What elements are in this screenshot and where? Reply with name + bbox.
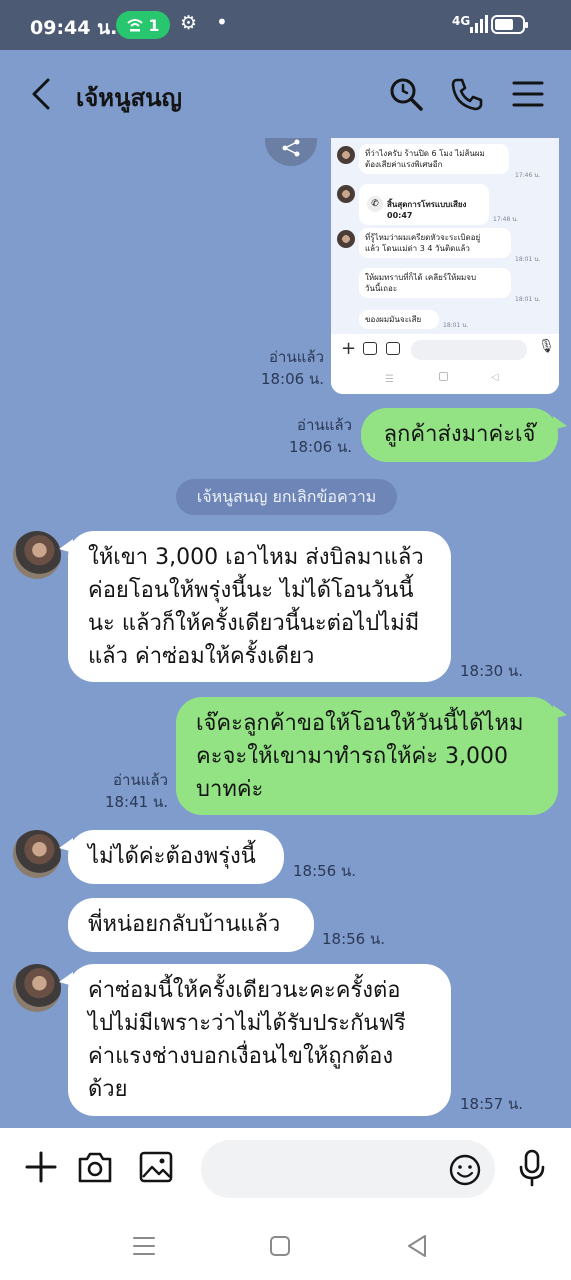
preview-message: ให้ผมทราบที่ก็ได้ เคลียร์ให้ผมจบ วันนี้เ… bbox=[359, 268, 511, 298]
system-message: เจ้หนูสนญ ยกเลิกข้อความ bbox=[176, 479, 397, 515]
signal-icon bbox=[470, 15, 488, 33]
recent-apps-icon[interactable] bbox=[130, 1232, 158, 1260]
read-receipt: อ่านแล้ว bbox=[297, 416, 352, 434]
back-nav-icon[interactable] bbox=[403, 1232, 431, 1260]
outgoing-message[interactable]: เจ๊คะลูกค้าขอให้โอนให้วันนี้ได้ไหม คะจะใ… bbox=[176, 697, 567, 815]
message-line: แล้ว ค่าซ่อมให้ครั้งเดียว bbox=[88, 644, 315, 669]
image-icon bbox=[386, 342, 400, 355]
outgoing-message[interactable]: ลูกค้าส่งมาค่ะเจ๊ bbox=[361, 408, 567, 462]
back-nav-icon: ◁ bbox=[491, 372, 499, 383]
avatar bbox=[337, 185, 355, 203]
message-time: 18:57 น. bbox=[460, 1095, 524, 1113]
wifi-hotspot-icon bbox=[127, 19, 144, 32]
message-time: 18:41 น. bbox=[104, 793, 168, 811]
message-line: ด้วย bbox=[88, 1077, 128, 1102]
network-type: 4G bbox=[452, 14, 471, 28]
read-receipt: อ่านแล้ว bbox=[113, 771, 168, 789]
message-time: 18:06 น. bbox=[288, 438, 352, 456]
chat-header: เจ้หนูสนญ bbox=[0, 50, 571, 138]
incoming-message[interactable]: ให้เขา 3,000 เอาไหม ส่งบิลมาแล้ว ค่อยโอน… bbox=[59, 531, 451, 682]
chat-title: เจ้หนูสนญ bbox=[76, 84, 182, 112]
status-bar: 09:44 น. 1 ⚙ • 4G bbox=[0, 0, 571, 50]
message-time: 18:06 น. bbox=[260, 370, 324, 388]
incoming-message[interactable]: พี่หน่อยกลับบ้านแล้ว bbox=[68, 898, 314, 952]
home-icon[interactable] bbox=[266, 1232, 294, 1260]
phone-icon: ✆ bbox=[367, 196, 383, 212]
avatar[interactable] bbox=[13, 531, 61, 579]
message-time: 18:56 น. bbox=[322, 930, 386, 948]
message-composer bbox=[0, 1128, 571, 1210]
wifi-hotspot-badge: 1 bbox=[116, 11, 170, 39]
search-icon[interactable] bbox=[388, 76, 424, 112]
message-line: บาทค่ะ bbox=[196, 777, 264, 802]
image-icon[interactable] bbox=[138, 1150, 174, 1184]
message-line: ไปไม่มีเพราะว่าไม่ได้รับประกันฟรี bbox=[88, 1011, 406, 1036]
camera-icon bbox=[363, 342, 377, 355]
message-line: คะจะให้เขามาทำรถให้ค่ะ 3,000 bbox=[196, 744, 508, 769]
share-icon bbox=[282, 139, 300, 157]
message-time: 18:30 น. bbox=[460, 662, 524, 680]
chat-area[interactable]: ที่ว่าไงครับ ร้านปิด 6 โมง ไม่ส้นผม ต้อง… bbox=[0, 138, 571, 1128]
preview-time: 17:48 น. bbox=[493, 216, 519, 223]
preview-message: ของผมมันจะเสีย bbox=[359, 310, 439, 329]
microphone-icon[interactable] bbox=[517, 1148, 547, 1188]
screenshot-image-message[interactable]: ที่ว่าไงครับ ร้านปิด 6 โมง ไม่ส้นผม ต้อง… bbox=[331, 138, 559, 394]
avatar[interactable] bbox=[13, 830, 61, 878]
home-icon bbox=[439, 372, 448, 381]
preview-time: 17:46 น. bbox=[515, 172, 541, 179]
message-line: ค่อยโอนให้พรุ่งนี้นะ ไม่ได้โอนวันนี้ bbox=[88, 578, 414, 603]
plus-icon: + bbox=[341, 338, 357, 359]
preview-time: 18:01 น. bbox=[515, 256, 541, 263]
preview-message: ที่ว่าไงครับ ร้านปิด 6 โมง ไม่ส้นผม ต้อง… bbox=[359, 144, 509, 174]
hotspot-count: 1 bbox=[148, 15, 160, 35]
message-line: ค่าซ่อมนี้ให้ครั้งเดียวนะคะครั้งต่อ bbox=[88, 978, 401, 1003]
read-receipt: อ่านแล้ว bbox=[269, 348, 324, 366]
avatar[interactable] bbox=[13, 964, 61, 1012]
emoji-icon[interactable] bbox=[448, 1153, 482, 1187]
preview-input-field bbox=[411, 340, 527, 360]
message-line: เจ๊คะลูกค้าขอให้โอนให้วันนี้ได้ไหม bbox=[196, 711, 524, 736]
dot-icon: • bbox=[216, 10, 228, 34]
message-line: ให้เขา 3,000 เอาไหม ส่งบิลมาแล้ว bbox=[88, 545, 424, 570]
message-time: 18:56 น. bbox=[293, 862, 357, 880]
system-navigation-bar bbox=[0, 1210, 571, 1280]
plus-icon[interactable] bbox=[24, 1150, 58, 1184]
avatar bbox=[337, 230, 355, 248]
preview-time: 18:01 น. bbox=[515, 296, 541, 303]
message-line: ค่าแรงช่างบอกเงื่อนไขให้ถูกต้อง bbox=[88, 1044, 394, 1069]
screenshot-chat-preview: ที่ว่าไงครับ ร้านปิด 6 โมง ไม่ส้นผม ต้อง… bbox=[331, 138, 559, 334]
incoming-message[interactable]: ค่าซ่อมนี้ให้ครั้งเดียวนะคะครั้งต่อ ไปไม… bbox=[59, 964, 451, 1116]
phone-icon[interactable] bbox=[449, 76, 485, 112]
preview-input-bar: + 🎙 bbox=[331, 334, 559, 366]
message-meta: อ่านแล้ว 18:41 น. bbox=[96, 769, 168, 813]
message-meta: อ่านแล้ว 18:06 น. bbox=[252, 346, 324, 390]
avatar bbox=[337, 146, 355, 164]
incoming-message[interactable]: ไม่ได้ค่ะต้องพรุ่งนี้ bbox=[59, 830, 284, 884]
recent-apps-icon: ☰ bbox=[385, 374, 394, 385]
back-icon[interactable] bbox=[28, 77, 56, 111]
battery-icon bbox=[491, 15, 528, 34]
message-meta: อ่านแล้ว 18:06 น. bbox=[280, 414, 352, 458]
preview-nav-bar: ☰ ◁ bbox=[331, 366, 559, 394]
gear-icon: ⚙ bbox=[180, 12, 198, 34]
message-line: นะ แล้วก็ให้ครั้งเดียวนี้นะต่อไปไม่มี bbox=[88, 611, 420, 636]
share-button[interactable] bbox=[265, 138, 317, 166]
status-time: 09:44 น. bbox=[30, 17, 118, 39]
microphone-icon: 🎙 bbox=[538, 339, 555, 354]
camera-icon[interactable] bbox=[77, 1150, 113, 1184]
preview-time: 18:01 น. bbox=[443, 322, 469, 329]
preview-message: ที่รู้ไหมว่าผมเครียดหัวจะระเบิดอยู่ แล้ว… bbox=[359, 228, 511, 258]
menu-icon[interactable] bbox=[510, 76, 546, 112]
